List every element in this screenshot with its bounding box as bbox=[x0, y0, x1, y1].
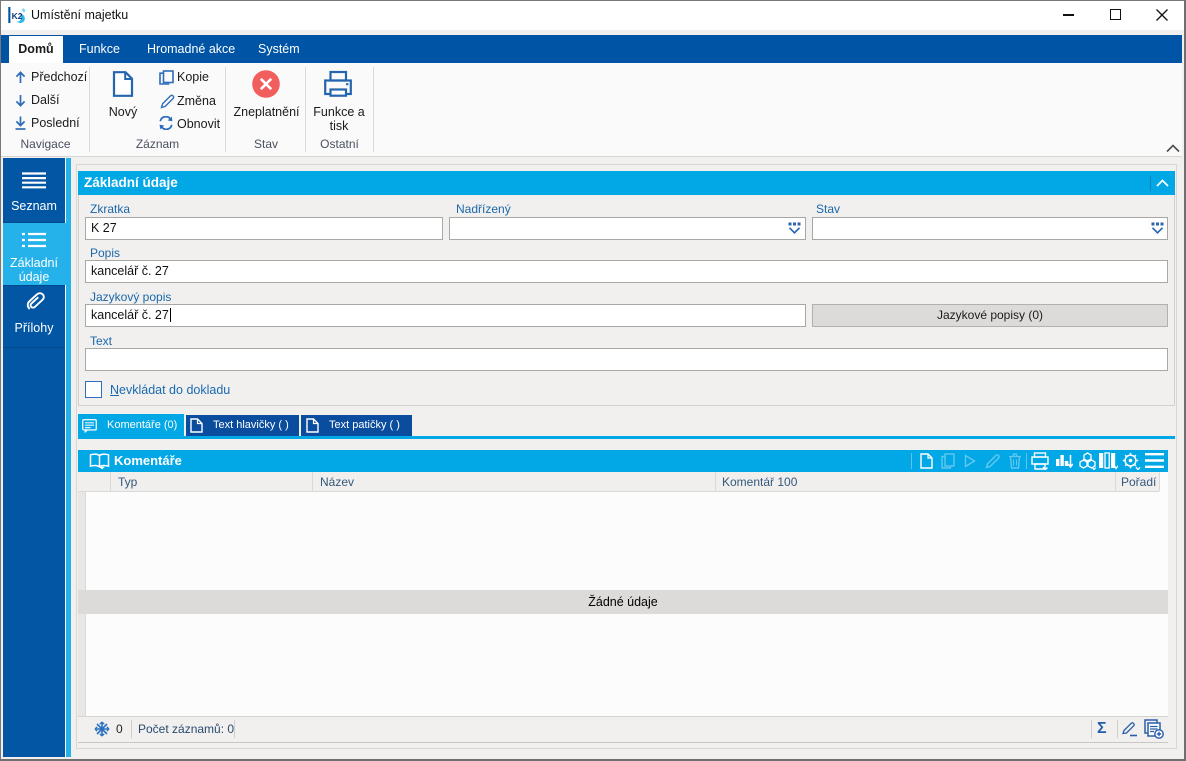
svg-text:K2: K2 bbox=[12, 11, 23, 21]
